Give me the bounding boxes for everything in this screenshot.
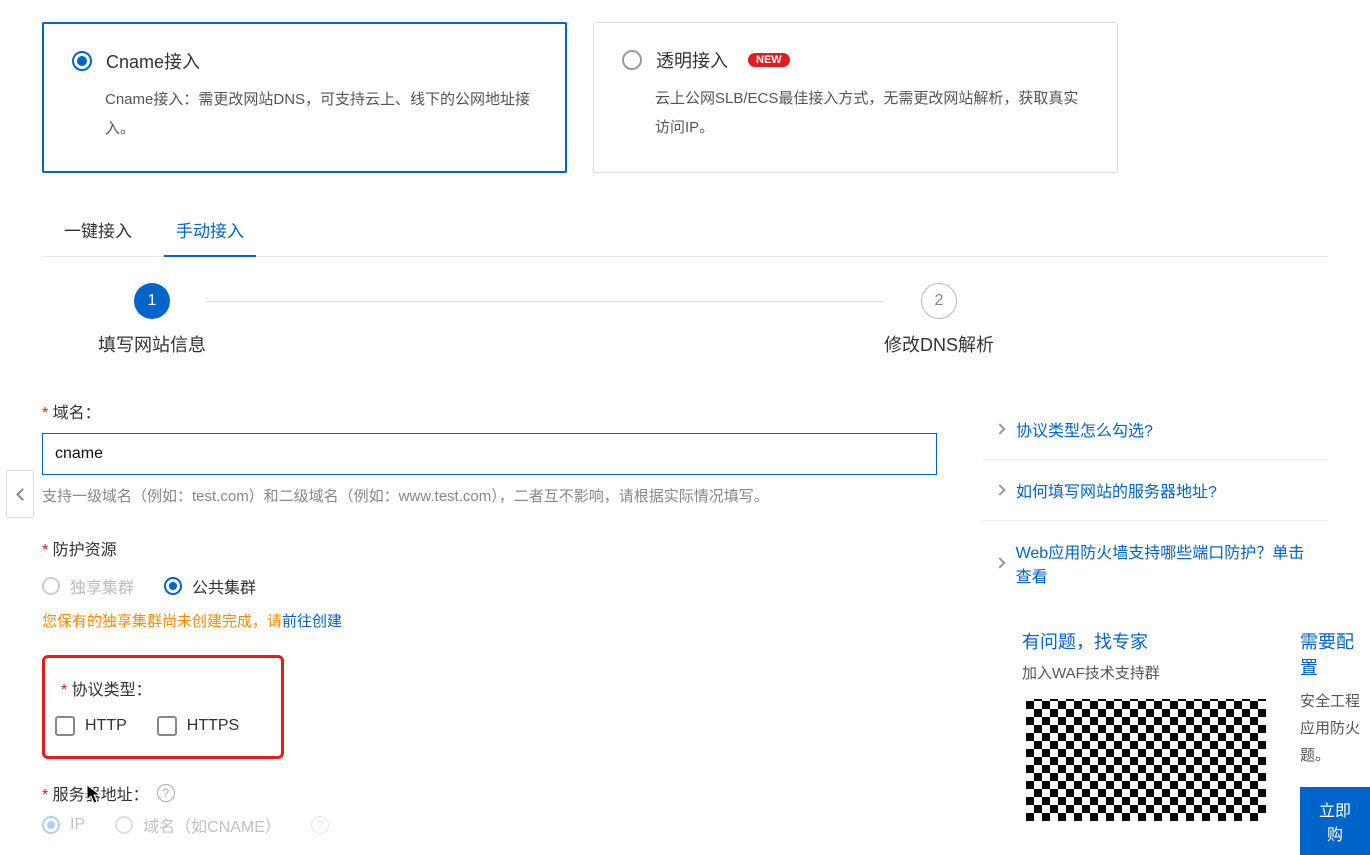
chevron-right-icon bbox=[994, 423, 1005, 434]
radio-server-ip[interactable]: IP bbox=[42, 816, 85, 834]
help-link-ports-label: Web应用防火墙支持哪些端口防护？单击查看 bbox=[1016, 539, 1314, 587]
radio-private-label: 独享集群 bbox=[70, 574, 134, 598]
access-mode-cards: Cname接入 Cname接入：需更改网站DNS，可支持云上、线下的公网地址接入… bbox=[42, 22, 1328, 173]
need-line-1: 安全工程 bbox=[1300, 688, 1370, 715]
protocol-highlight-box: 协议类型： HTTP HTTPS bbox=[42, 655, 284, 759]
radio-private-cluster: 独享集群 bbox=[42, 574, 134, 598]
radio-server-cname[interactable]: 域名（如CNAME） bbox=[115, 813, 281, 837]
chevron-left-icon bbox=[16, 488, 29, 501]
protocol-label: 协议类型： bbox=[61, 676, 259, 700]
radio-cname-label: 域名（如CNAME） bbox=[143, 813, 281, 837]
checkbox-http-label: HTTP bbox=[85, 717, 127, 735]
new-badge: NEW bbox=[748, 53, 790, 67]
domain-input[interactable] bbox=[42, 433, 937, 475]
radio-public-label: 公共集群 bbox=[192, 574, 256, 598]
need-line-2: 应用防火 bbox=[1300, 715, 1370, 742]
help-links: 协议类型怎么勾选? 如何填写网站的服务器地址? Web应用防火墙支持哪些端口防护… bbox=[982, 399, 1328, 605]
radio-unselected-icon bbox=[622, 50, 642, 70]
checkbox-https[interactable]: HTTPS bbox=[157, 716, 239, 736]
step-1-title: 填写网站信息 bbox=[98, 331, 206, 357]
mode-transparent-title: 透明接入 bbox=[656, 47, 728, 73]
help-link-ports[interactable]: Web应用防火墙支持哪些端口防护？单击查看 bbox=[982, 521, 1328, 605]
tab-auto[interactable]: 一键接入 bbox=[42, 205, 154, 256]
need-line-3: 题。 bbox=[1300, 742, 1370, 769]
mode-transparent-desc: 云上公网SLB/ECS最佳接入方式，无需更改网站解析，获取真实访问IP。 bbox=[655, 85, 1089, 142]
checkbox-unchecked-icon bbox=[157, 716, 177, 736]
mode-card-transparent[interactable]: 透明接入 NEW 云上公网SLB/ECS最佳接入方式，无需更改网站解析，获取真实… bbox=[593, 22, 1118, 173]
step-connector bbox=[206, 301, 884, 302]
radio-public-cluster[interactable]: 公共集群 bbox=[164, 574, 256, 598]
buy-now-button[interactable]: 立即购 bbox=[1300, 787, 1370, 855]
checkbox-https-label: HTTPS bbox=[187, 717, 239, 735]
mode-cname-desc: Cname接入：需更改网站DNS，可支持云上、线下的公网地址接入。 bbox=[105, 86, 537, 143]
create-cluster-link[interactable]: 前往创建 bbox=[282, 613, 342, 630]
checkbox-unchecked-icon bbox=[55, 716, 75, 736]
expert-title: 有问题，找专家 bbox=[1022, 628, 1270, 654]
step-2-title: 修改DNS解析 bbox=[884, 331, 994, 357]
radio-selected-icon bbox=[42, 816, 60, 834]
info-icon[interactable]: ? bbox=[311, 816, 329, 834]
step-1: 1 填写网站信息 bbox=[98, 283, 206, 357]
mode-cname-title: Cname接入 bbox=[106, 48, 200, 74]
checkbox-http[interactable]: HTTP bbox=[55, 716, 127, 736]
private-cluster-warning: 您保有的独享集群尚未创建完成，请前往创建 bbox=[42, 610, 982, 631]
step-1-circle: 1 bbox=[134, 283, 170, 319]
qr-code-icon bbox=[1022, 695, 1270, 825]
step-2: 2 修改DNS解析 bbox=[884, 283, 994, 357]
need-title: 需要配置 bbox=[1300, 628, 1370, 680]
info-icon[interactable]: ? bbox=[157, 784, 175, 802]
help-link-server[interactable]: 如何填写网站的服务器地址? bbox=[982, 460, 1328, 520]
help-link-server-label: 如何填写网站的服务器地址? bbox=[1016, 478, 1217, 502]
step-2-circle: 2 bbox=[921, 283, 957, 319]
expert-panel: 有问题，找专家 加入WAF技术支持群 bbox=[1022, 628, 1270, 855]
help-link-protocol[interactable]: 协议类型怎么勾选? bbox=[982, 399, 1328, 459]
mode-card-cname[interactable]: Cname接入 Cname接入：需更改网站DNS，可支持云上、线下的公网地址接入… bbox=[42, 22, 567, 173]
radio-unselected-icon bbox=[115, 816, 133, 834]
resource-label: 防护资源 bbox=[42, 536, 982, 560]
access-tabs: 一键接入 手动接入 bbox=[42, 205, 1328, 257]
radio-disabled-icon bbox=[42, 577, 60, 595]
collapse-left-button[interactable] bbox=[6, 470, 34, 518]
server-label: 服务器地址： bbox=[42, 781, 149, 805]
radio-selected-icon bbox=[72, 51, 92, 71]
need-config-panel: 需要配置 安全工程 应用防火 题。 立即购 bbox=[1300, 628, 1370, 855]
help-link-protocol-label: 协议类型怎么勾选? bbox=[1016, 417, 1153, 441]
radio-selected-icon bbox=[164, 577, 182, 595]
radio-ip-label: IP bbox=[70, 816, 85, 834]
tab-manual[interactable]: 手动接入 bbox=[154, 205, 266, 256]
chevron-right-icon bbox=[994, 557, 1005, 568]
expert-subtitle: 加入WAF技术支持群 bbox=[1022, 662, 1270, 683]
domain-label: 域名： bbox=[42, 399, 982, 423]
chevron-right-icon bbox=[994, 484, 1005, 495]
domain-hint: 支持一级域名（例如：test.com）和二级域名（例如：www.test.com… bbox=[42, 485, 982, 506]
